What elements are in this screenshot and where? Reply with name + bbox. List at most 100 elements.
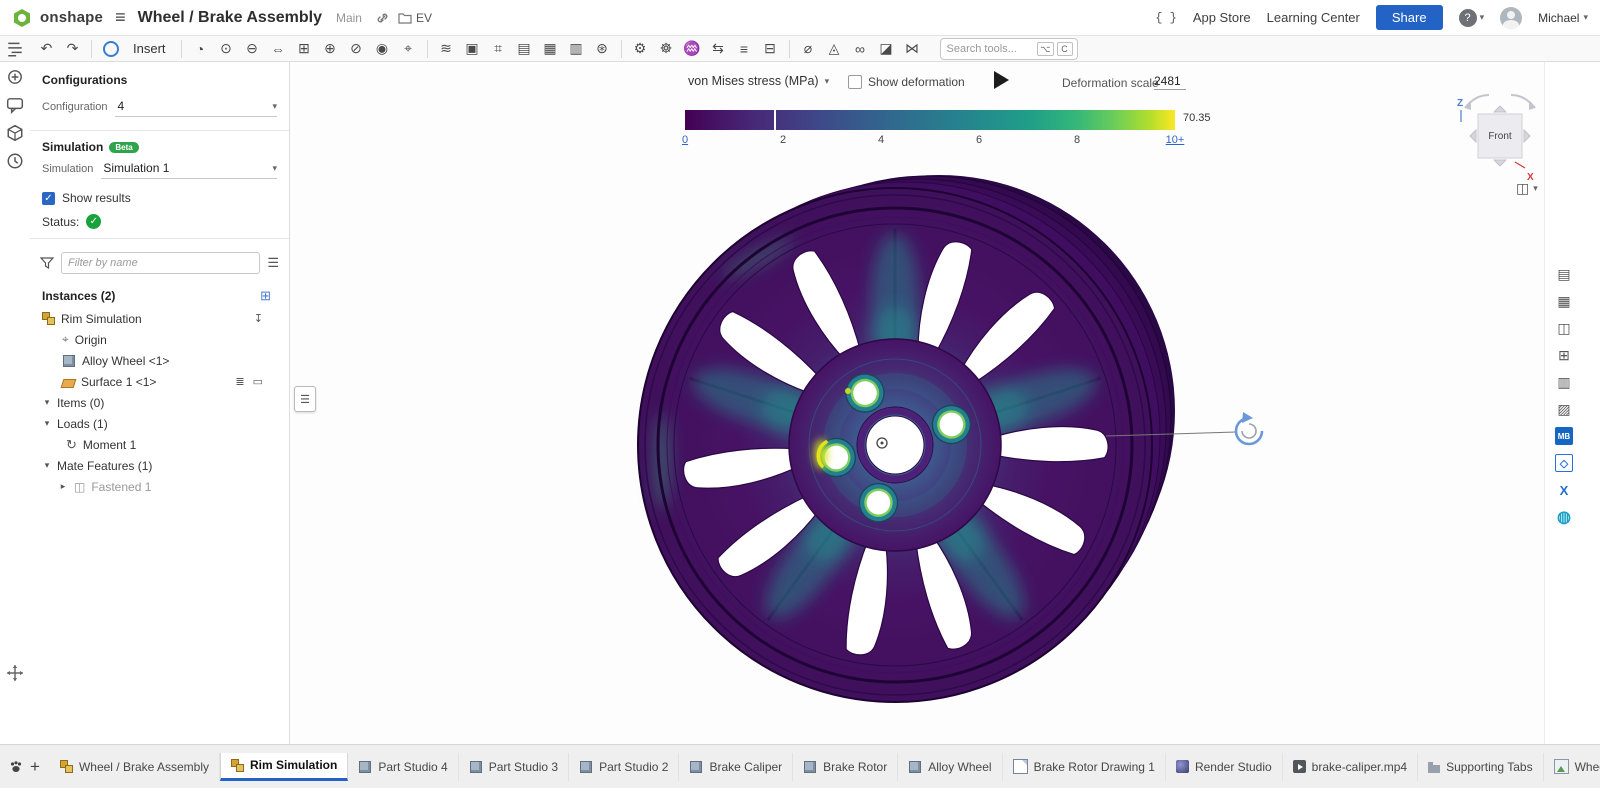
mb-app-icon[interactable]: MB xyxy=(1555,427,1573,445)
add-tab-button[interactable]: + xyxy=(30,757,40,777)
search-tools-input[interactable] xyxy=(945,42,1035,56)
sync-status-icon[interactable] xyxy=(98,38,123,60)
simulation-result-wheel[interactable] xyxy=(290,62,1545,744)
thread-icon[interactable]: ♒ xyxy=(680,38,705,60)
follow-mode-icon[interactable] xyxy=(6,68,24,86)
link-icon[interactable] xyxy=(376,11,390,25)
graphics-viewport[interactable]: von Mises stress (MPa) ▾ Show deformatio… xyxy=(290,62,1545,744)
tree-item-moment-1[interactable]: ↻ Moment 1 xyxy=(30,434,289,455)
configuration-select[interactable]: 4 ▾ xyxy=(115,96,277,117)
paw-icon[interactable] xyxy=(8,756,24,778)
tree-item-surface-1[interactable]: Surface 1 <1> ≣ ▭ xyxy=(30,371,289,392)
dev-api-icon[interactable]: { } xyxy=(1155,11,1177,25)
tab-brake-rotor[interactable]: Brake Rotor xyxy=(793,753,898,781)
tab-supporting-tabs-folder[interactable]: Supporting Tabs xyxy=(1418,753,1544,781)
circular-pattern-icon[interactable]: ▥ xyxy=(564,38,589,60)
parts-insight-icon[interactable] xyxy=(6,124,24,142)
tree-item-fastened-1[interactable]: ▸ ◫ Fastened 1 xyxy=(30,476,289,497)
visibility-icon[interactable]: ▭ xyxy=(253,375,263,388)
tangent-mate-icon[interactable]: ⌖ xyxy=(396,38,421,60)
play-animation-button[interactable] xyxy=(994,71,1009,89)
tab-wheel-brake-assembly[interactable]: Wheel / Brake Assembly xyxy=(50,753,220,781)
mate-relation-icon[interactable]: ≋ xyxy=(434,38,459,60)
cylindrical-mate-icon[interactable]: ⊕ xyxy=(318,38,343,60)
revolute-mate-icon[interactable]: ⊖ xyxy=(240,38,265,60)
section-view-icon[interactable]: ◪ xyxy=(874,38,899,60)
search-tools-box[interactable]: ⌥ C xyxy=(940,38,1078,60)
share-button[interactable]: Share xyxy=(1376,5,1443,30)
tab-part-studio-2[interactable]: Part Studio 2 xyxy=(569,753,679,781)
interference-icon[interactable]: ⋈ xyxy=(900,38,925,60)
tab-part-studio-3[interactable]: Part Studio 3 xyxy=(459,753,569,781)
mesh-settings-icon[interactable]: ≣ xyxy=(235,375,244,388)
deformation-scale-value[interactable]: 2481 xyxy=(1154,74,1186,90)
mass-properties-icon[interactable]: ◬ xyxy=(822,38,847,60)
update-results-icon[interactable]: ↧ xyxy=(254,312,263,325)
list-view-icon[interactable]: ☰ xyxy=(267,255,279,271)
transform-icon[interactable]: ⇆ xyxy=(706,38,731,60)
section-loads[interactable]: ▾ Loads (1) xyxy=(30,413,289,434)
redo-button[interactable]: ↷ xyxy=(60,38,85,60)
x-app-icon[interactable]: X xyxy=(1555,481,1573,499)
linear-pattern-icon[interactable]: ▦ xyxy=(538,38,563,60)
section-items[interactable]: ▾ Items (0) xyxy=(30,392,289,413)
versions-history-icon[interactable] xyxy=(6,152,24,170)
variables-panel-icon[interactable]: ▥ xyxy=(1555,373,1573,391)
colorbar-max-tick[interactable]: 10+ xyxy=(1166,134,1185,146)
hole-table-icon[interactable]: ⊟ xyxy=(758,38,783,60)
render-mode-button[interactable]: ◫ ▾ xyxy=(1516,180,1538,197)
simulation-feature-icon[interactable]: ☸ xyxy=(654,38,679,60)
cad-app-icon[interactable]: ◇ xyxy=(1555,454,1573,472)
simulation-select[interactable]: Simulation 1 ▾ xyxy=(101,158,277,179)
assembly-feature-icon[interactable]: ⚙ xyxy=(628,38,653,60)
result-type-dropdown[interactable]: von Mises stress (MPa) ▾ xyxy=(688,74,829,88)
tab-brake-caliper-mp4[interactable]: brake-caliper.mp4 xyxy=(1283,753,1418,781)
show-deformation-checkbox[interactable] xyxy=(848,75,862,89)
document-outline-icon[interactable] xyxy=(6,40,24,58)
tab-brake-caliper[interactable]: Brake Caliper xyxy=(679,753,793,781)
tab-rim-simulation[interactable]: Rim Simulation xyxy=(220,753,348,781)
appearance-icon[interactable]: ∞ xyxy=(848,38,873,60)
group-icon[interactable]: ▣ xyxy=(460,38,485,60)
bom-icon[interactable]: ≡ xyxy=(732,38,757,60)
insert-button[interactable]: Insert xyxy=(124,38,175,60)
workspace-label[interactable]: Main xyxy=(336,11,362,25)
filter-funnel-icon[interactable] xyxy=(40,256,54,270)
filter-by-name-input[interactable] xyxy=(61,252,260,274)
app-store-link[interactable]: App Store xyxy=(1193,10,1251,25)
tab-brake-rotor-drawing-1[interactable]: Brake Rotor Drawing 1 xyxy=(1003,753,1166,781)
configuration-panel-icon[interactable]: ◫ xyxy=(1555,319,1573,337)
tree-item-rim-simulation[interactable]: Rim Simulation ↧ xyxy=(30,308,289,329)
avatar[interactable] xyxy=(1500,7,1522,29)
undo-button[interactable]: ↶ xyxy=(34,38,59,60)
bom-panel-icon[interactable]: ▤ xyxy=(1555,265,1573,283)
pin-slot-mate-icon[interactable]: ⊘ xyxy=(344,38,369,60)
custom-tables-panel-icon[interactable]: ⊞ xyxy=(1555,346,1573,364)
measure-icon[interactable]: ⌀ xyxy=(796,38,821,60)
tab-wheel-image[interactable]: Wheel / Br xyxy=(1544,753,1600,781)
user-menu[interactable]: Michael ▾ xyxy=(1538,11,1588,25)
planar-mate-icon[interactable]: ⊞ xyxy=(292,38,317,60)
explode-icon[interactable]: ⊛ xyxy=(590,38,615,60)
show-results-checkbox[interactable]: ✓ xyxy=(42,192,55,205)
panel-collapse-toggle[interactable]: ☰ xyxy=(294,386,316,412)
tab-render-studio[interactable]: Render Studio xyxy=(1166,753,1283,781)
comments-icon[interactable] xyxy=(6,96,24,114)
pan-mode-icon[interactable] xyxy=(6,664,24,682)
learning-center-link[interactable]: Learning Center xyxy=(1267,10,1360,25)
main-menu-icon[interactable]: ≡ xyxy=(115,7,126,28)
view-cube[interactable]: Front Z X xyxy=(1445,88,1545,193)
show-deformation-control[interactable]: Show deformation xyxy=(848,75,965,89)
globe-app-icon[interactable]: ◍ xyxy=(1555,508,1573,526)
insert-instance-icon[interactable]: ⊞ xyxy=(260,288,271,304)
ball-mate-icon[interactable]: ◉ xyxy=(370,38,395,60)
help-menu[interactable]: ? ▾ xyxy=(1459,9,1485,27)
tab-alloy-wheel[interactable]: Alloy Wheel xyxy=(898,753,1002,781)
mate-connector-icon[interactable]: ⌗ xyxy=(486,38,511,60)
replicate-icon[interactable]: ▤ xyxy=(512,38,537,60)
named-positions-icon[interactable]: ◔ xyxy=(188,38,213,60)
appearance-panel-icon[interactable]: ▦ xyxy=(1555,292,1573,310)
slider-mate-icon[interactable]: ⇔ xyxy=(266,38,291,60)
tree-item-alloy-wheel[interactable]: Alloy Wheel <1> xyxy=(30,350,289,371)
tab-part-studio-4[interactable]: Part Studio 4 xyxy=(348,753,458,781)
